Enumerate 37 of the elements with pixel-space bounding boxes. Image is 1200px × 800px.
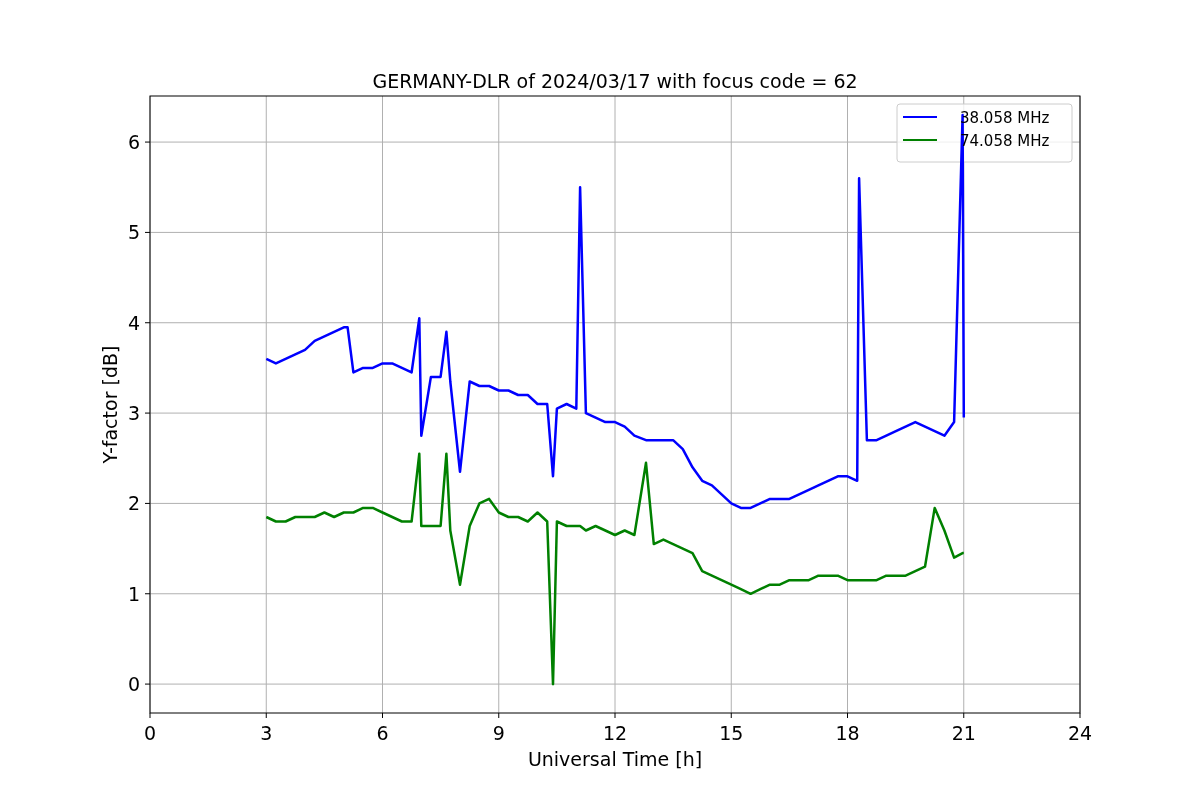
tick-mark bbox=[144, 231, 151, 233]
y-tick-label: 4 bbox=[127, 311, 140, 334]
x-tick-label: 3 bbox=[260, 722, 273, 744]
tick-mark bbox=[144, 593, 151, 595]
legend-line-sample bbox=[902, 116, 938, 118]
x-tick-label: 12 bbox=[602, 722, 628, 744]
tick-mark bbox=[963, 712, 965, 719]
x-tick-label: 24 bbox=[1067, 722, 1093, 744]
y-tick-label: 2 bbox=[127, 492, 140, 515]
tick-mark bbox=[730, 712, 732, 719]
tick-mark bbox=[1079, 712, 1081, 719]
tick-mark bbox=[144, 502, 151, 504]
x-tick-label: 21 bbox=[951, 722, 976, 744]
y-tick-label: 0 bbox=[127, 673, 140, 696]
y-tick-label: 6 bbox=[127, 131, 140, 154]
tick-mark bbox=[144, 141, 151, 143]
chart-title: GERMANY-DLR of 2024/03/17 with focus code = 62 bbox=[372, 70, 858, 92]
y-tick-label: 3 bbox=[127, 402, 140, 425]
tick-mark bbox=[265, 712, 267, 719]
tick-mark bbox=[149, 712, 151, 719]
x-tick-label: 9 bbox=[492, 722, 505, 744]
tick-mark bbox=[144, 683, 151, 685]
x-tick-label: 15 bbox=[719, 722, 744, 744]
tick-mark bbox=[614, 712, 616, 719]
tick-mark bbox=[498, 712, 500, 719]
x-axis-label: Universal Time [h] bbox=[527, 748, 703, 770]
y-tick-label: 1 bbox=[127, 582, 140, 605]
y-tick-label: 5 bbox=[127, 221, 140, 244]
y-axis-label: Y-factor [dB] bbox=[99, 345, 121, 464]
legend-line-sample bbox=[902, 139, 938, 141]
tick-mark bbox=[847, 712, 848, 719]
tick-mark bbox=[382, 712, 383, 719]
x-tick-label: 6 bbox=[376, 722, 389, 744]
x-tick-label: 0 bbox=[143, 722, 157, 744]
x-tick-label: 18 bbox=[835, 722, 860, 744]
tick-mark bbox=[144, 322, 151, 324]
tick-mark bbox=[144, 412, 151, 414]
